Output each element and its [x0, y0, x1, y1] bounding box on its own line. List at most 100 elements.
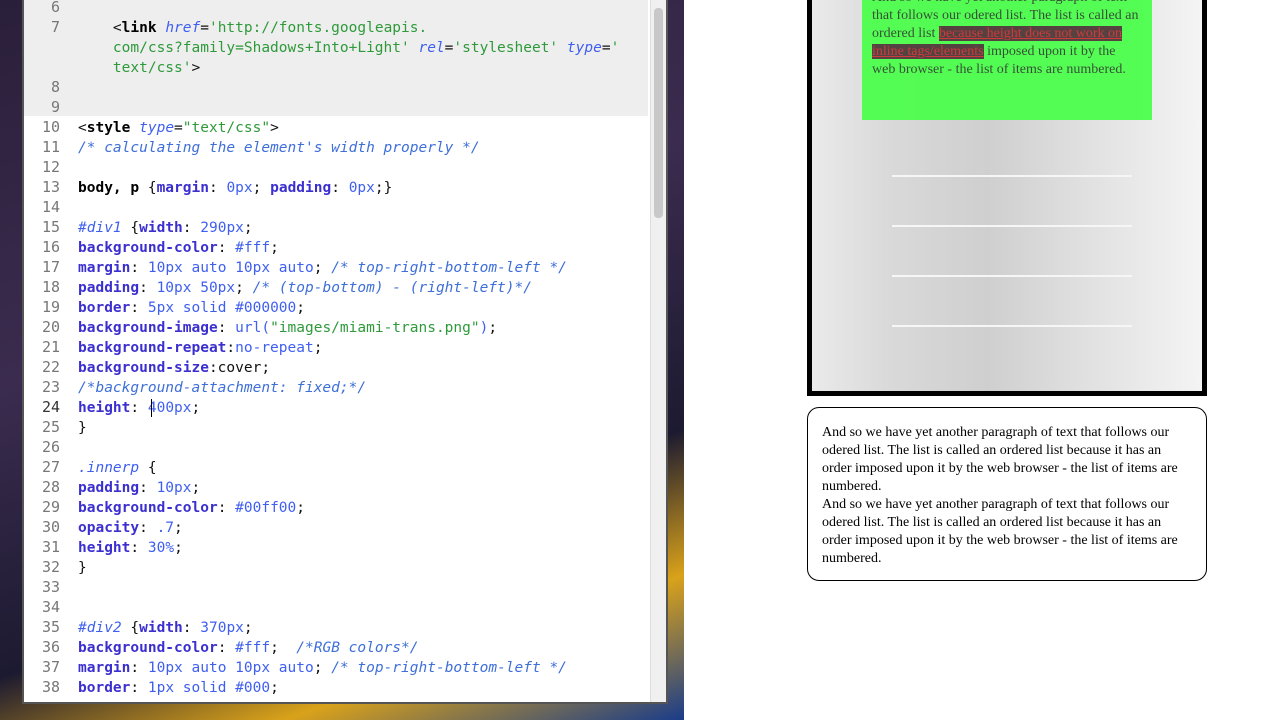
- code-line[interactable]: padding: 10px 50px; /* (top-bottom) - (r…: [78, 278, 532, 298]
- code-token: #fff: [235, 640, 271, 656]
- code-token: padding: [270, 180, 332, 196]
- code-token: ;: [174, 520, 183, 536]
- code-token: :: [130, 660, 148, 676]
- code-token: <: [78, 20, 122, 36]
- code-line[interactable]: background-color: #fff;: [78, 238, 279, 258]
- line-number: 19: [41, 298, 60, 316]
- code-token: :cover;: [208, 360, 271, 376]
- code-line[interactable]: }: [78, 558, 87, 578]
- line-number: 34: [41, 598, 60, 616]
- code-token: }: [78, 560, 87, 576]
- code-editor[interactable]: 6 7 8 9 10 11 12 13 14 15 16 17 18 19 20 21 22 23 24 25 26 27…: [22, 0, 668, 704]
- code-token: /* top-right-bottom-left */: [331, 660, 567, 676]
- vertical-scrollbar[interactable]: [650, 0, 666, 702]
- code-line[interactable]: /* calculating the element's width prope…: [78, 138, 480, 158]
- code-token: type: [139, 120, 175, 136]
- code-line[interactable]: background-color: #fff; /*RGB colors*/: [78, 638, 419, 658]
- code-line[interactable]: opacity: .7;: [78, 518, 183, 538]
- code-token: :: [217, 640, 236, 656]
- code-token: ;: [191, 400, 201, 416]
- code-line[interactable]: margin: 10px auto 10px auto; /* top-righ…: [78, 258, 567, 278]
- code-token: margin: [156, 180, 209, 196]
- code-token: 0px: [348, 180, 375, 196]
- code-token: 0px: [226, 180, 253, 196]
- code-token: background-color: [78, 500, 218, 516]
- code-token: com/css?family=Shadows+Into+Light': [78, 40, 410, 56]
- code-token: height: [78, 540, 131, 556]
- code-token: ': [610, 40, 620, 56]
- code-line[interactable]: background-size:cover;: [78, 358, 270, 378]
- line-number: 6: [50, 0, 60, 16]
- code-token: {: [139, 460, 157, 476]
- code-token: /* calculating the element's width prope…: [78, 140, 480, 156]
- code-line[interactable]: height: 30%;: [78, 538, 183, 558]
- code-token: ;: [296, 300, 305, 316]
- code-token: :: [217, 320, 236, 336]
- code-line[interactable]: background-image: url("images/miami-tran…: [78, 318, 497, 338]
- code-line[interactable]: height: 400px;: [78, 398, 200, 418]
- code-token: {: [121, 620, 140, 636]
- line-number: 36: [41, 638, 60, 656]
- code-line[interactable]: margin: 10px auto 10px auto; /* top-righ…: [78, 658, 567, 678]
- code-token: "text/css": [182, 120, 271, 136]
- code-line[interactable]: #div2 {width: 370px;: [78, 618, 253, 638]
- code-line[interactable]: com/css?family=Shadows+Into+Light' rel='…: [78, 38, 619, 58]
- code-token: ;: [488, 320, 498, 336]
- code-token: <: [78, 120, 87, 136]
- code-token: /* (top-bottom) - (right-left)*/: [252, 280, 532, 296]
- code-line[interactable]: #div1 {width: 290px;: [78, 218, 253, 238]
- code-token: =: [174, 120, 183, 136]
- code-token: no-repeat: [235, 340, 314, 356]
- code-line[interactable]: background-color: #00ff00;: [78, 498, 305, 518]
- code-token: ;: [174, 540, 183, 556]
- code-token: type: [566, 40, 602, 56]
- scrollbar-thumb[interactable]: [654, 8, 663, 218]
- code-token: "images/miami-trans.png": [270, 320, 480, 336]
- code-token: :: [139, 480, 157, 496]
- code-token: background-image: [78, 320, 218, 336]
- code-line[interactable]: border: 1px solid #000;: [78, 678, 279, 698]
- code-token: ;: [252, 180, 271, 196]
- preview-innerp: And so we have yet another paragraph of …: [862, 0, 1152, 120]
- code-line[interactable]: .innerp {: [78, 458, 157, 478]
- code-token: :: [130, 680, 148, 696]
- code-line[interactable]: <link href='http://fonts.googleapis.: [78, 18, 427, 38]
- code-token: background-size: [78, 360, 209, 376]
- code-token: ;: [313, 660, 332, 676]
- line-number: 35: [41, 618, 60, 636]
- code-line[interactable]: <style type="text/css">: [78, 118, 279, 138]
- code-token: :: [130, 540, 148, 556]
- div2-paragraph: And so we have yet another paragraph of …: [822, 425, 1178, 494]
- line-number: 7: [50, 18, 60, 36]
- code-token: :: [331, 180, 349, 196]
- line-number: 33: [41, 578, 60, 596]
- code-token: :: [139, 280, 157, 296]
- code-line[interactable]: padding: 10px;: [78, 478, 200, 498]
- code-token: :: [217, 240, 236, 256]
- code-token: ;: [243, 220, 253, 236]
- line-number: 25: [41, 418, 60, 436]
- code-line[interactable]: text/css'>: [78, 58, 200, 78]
- line-number: 22: [41, 358, 60, 376]
- preview-div2: And so we have yet another paragraph of …: [807, 407, 1207, 581]
- line-number: 12: [41, 158, 60, 176]
- code-line[interactable]: body, p {margin: 0px; padding: 0px;}: [78, 178, 392, 198]
- code-line[interactable]: }: [78, 418, 87, 438]
- code-line[interactable]: /*background-attachment: fixed;*/: [78, 378, 366, 398]
- line-number: 14: [41, 198, 60, 216]
- code-token: :: [130, 400, 148, 416]
- code-token: /* top-right-bottom-left */: [331, 260, 567, 276]
- code-token: ;: [191, 480, 201, 496]
- line-number: 26: [41, 438, 60, 456]
- line-number: 23: [41, 378, 60, 396]
- code-token: .7: [156, 520, 175, 536]
- code-line[interactable]: border: 5px solid #000000;: [78, 298, 305, 318]
- code-line[interactable]: background-repeat:no-repeat;: [78, 338, 322, 358]
- code-token: background-color: [78, 640, 218, 656]
- code-token: ;}: [374, 180, 393, 196]
- code-token: 'stylesheet': [453, 40, 559, 56]
- line-number: 17: [41, 258, 60, 276]
- code-token: rel: [418, 40, 445, 56]
- line-number: 30: [41, 518, 60, 536]
- code-token: url(: [235, 320, 271, 336]
